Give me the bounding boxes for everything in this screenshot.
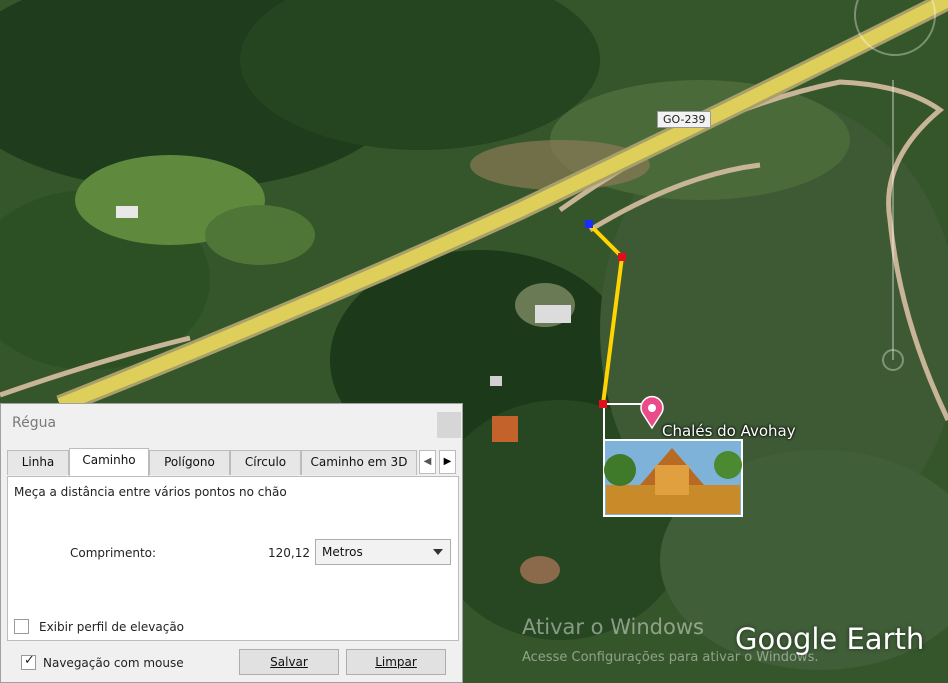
clear-button[interactable]: Limpar bbox=[346, 649, 446, 675]
tab-path[interactable]: Caminho bbox=[69, 448, 149, 476]
tab-scroll-right-icon[interactable]: ▶ bbox=[439, 450, 456, 474]
place-photo-thumbnail[interactable] bbox=[603, 439, 743, 517]
tab-polygon[interactable]: Polígono bbox=[149, 450, 230, 475]
save-button[interactable]: Salvar bbox=[239, 649, 339, 675]
unit-select[interactable]: Metros bbox=[315, 539, 451, 565]
tab-scroll-left-icon[interactable]: ◀ bbox=[419, 450, 436, 474]
mouse-navigation-label: Navegação com mouse bbox=[43, 656, 184, 670]
dialog-title: Régua bbox=[12, 415, 57, 431]
path-tab-panel: Meça a distância entre vários pontos no … bbox=[7, 476, 459, 641]
checkmark-icon: ✓ bbox=[24, 653, 35, 668]
road-label: GO-239 bbox=[657, 111, 712, 128]
tab-3d-path[interactable]: Caminho em 3D bbox=[301, 450, 417, 475]
path-end-point[interactable] bbox=[599, 400, 607, 408]
windows-activation-title: Ativar o Windows bbox=[522, 615, 704, 639]
close-button[interactable] bbox=[437, 412, 461, 438]
tab-line[interactable]: Linha bbox=[7, 450, 69, 475]
brand-logo: Google Earth bbox=[735, 622, 925, 656]
measure-description: Meça a distância entre vários pontos no … bbox=[14, 485, 287, 499]
chevron-down-icon bbox=[433, 549, 443, 555]
length-value: 120,12 bbox=[268, 546, 310, 560]
path-point[interactable] bbox=[618, 253, 626, 261]
elevation-profile-checkbox[interactable] bbox=[14, 619, 29, 634]
unit-selected-value: Metros bbox=[322, 545, 363, 559]
place-label[interactable]: Chalés do Avohay bbox=[662, 422, 796, 440]
length-label: Comprimento: bbox=[70, 546, 157, 560]
elevation-profile-label: Exibir perfil de elevação bbox=[39, 620, 185, 634]
mouse-navigation-checkbox[interactable]: ✓ bbox=[21, 653, 36, 670]
ruler-dialog: Régua Linha Caminho Polígono Círculo Cam… bbox=[0, 403, 463, 683]
path-start-point[interactable] bbox=[585, 220, 593, 228]
tab-circle[interactable]: Círculo bbox=[230, 450, 301, 475]
ruler-tabs: Linha Caminho Polígono Círculo Caminho e… bbox=[7, 448, 459, 476]
